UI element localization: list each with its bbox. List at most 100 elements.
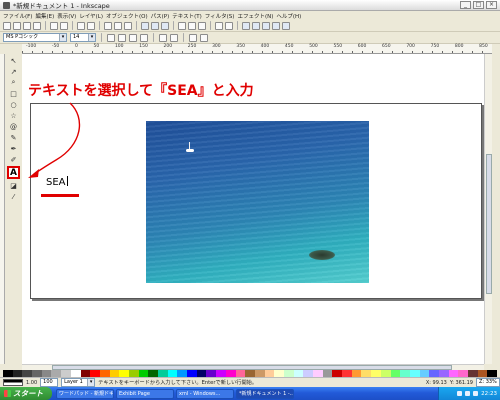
palette-swatch[interactable] <box>322 370 333 377</box>
bold-icon[interactable] <box>159 33 167 42</box>
menu-effect[interactable]: エフェクト(N) <box>237 12 273 20</box>
close-button[interactable]: × <box>486 1 497 9</box>
xml-editor-icon[interactable] <box>262 21 270 30</box>
palette-swatch[interactable] <box>448 370 459 377</box>
font-size-select[interactable]: 14 ▾ <box>70 33 96 42</box>
taskbar-item[interactable]: xml - Windows... <box>176 388 234 399</box>
undo-icon[interactable] <box>77 21 85 30</box>
import-icon[interactable] <box>50 21 58 30</box>
text-font-icon[interactable] <box>252 21 260 30</box>
palette-swatch[interactable] <box>235 370 246 377</box>
palette-swatch[interactable] <box>283 370 294 377</box>
palette-swatch[interactable] <box>12 370 23 377</box>
duplicate-icon[interactable] <box>178 21 186 30</box>
clone-icon[interactable] <box>188 21 196 30</box>
taskbar-item[interactable]: Exhibit Page <box>116 388 174 399</box>
palette-swatch[interactable] <box>274 370 284 377</box>
italic-icon[interactable] <box>170 33 178 42</box>
menu-text[interactable]: テキスト(T) <box>172 12 202 20</box>
pencil-icon[interactable]: ✎ <box>9 133 19 142</box>
palette-swatch[interactable] <box>409 370 420 377</box>
taskbar-item-active[interactable]: *新規ドキュメント 1 -... <box>236 388 294 399</box>
palette-swatch[interactable] <box>51 370 62 377</box>
spiral-icon[interactable]: @ <box>9 122 19 131</box>
fill-stroke-indicator[interactable] <box>3 379 23 386</box>
calligraphy-icon[interactable]: ✐ <box>9 155 19 164</box>
typed-text-object[interactable]: SEA <box>46 176 68 188</box>
palette-swatch[interactable] <box>293 370 304 377</box>
palette-swatch[interactable] <box>400 370 410 377</box>
start-button[interactable]: スタート <box>0 387 52 400</box>
palette-swatch[interactable] <box>438 370 449 377</box>
tray-icon[interactable] <box>465 391 471 396</box>
star-icon[interactable]: ☆ <box>9 111 19 120</box>
copy-icon[interactable] <box>104 21 112 30</box>
zoom-page-icon[interactable] <box>161 21 169 30</box>
align-right-icon[interactable] <box>129 33 137 42</box>
palette-swatch[interactable] <box>119 370 129 377</box>
menu-object[interactable]: オブジェクト(O) <box>106 12 148 20</box>
font-family-select[interactable]: MS Pゴシック ▾ <box>3 33 67 42</box>
palette-swatch[interactable] <box>158 370 168 377</box>
palette-swatch[interactable] <box>109 370 120 377</box>
zoom-icon[interactable]: ⌕ <box>9 78 19 87</box>
paste-icon[interactable] <box>124 21 132 30</box>
palette-swatch[interactable] <box>32 370 42 377</box>
palette-swatch[interactable] <box>487 370 498 377</box>
palette-swatch[interactable] <box>90 370 100 377</box>
menu-file[interactable]: ファイル(F) <box>3 12 32 20</box>
palette-swatch[interactable] <box>468 370 478 377</box>
opacity-field[interactable]: 100 <box>40 378 59 387</box>
palette-swatch[interactable] <box>41 370 52 377</box>
fill-stroke-icon[interactable] <box>242 21 250 30</box>
align-icon[interactable] <box>272 21 280 30</box>
dropper-icon[interactable]: ⁄ <box>9 192 19 201</box>
palette-swatch[interactable] <box>187 370 197 377</box>
palette-swatch[interactable] <box>80 370 91 377</box>
taskbar-item[interactable]: ワードパッド - 新規ドキュメント <box>56 388 114 399</box>
palette-swatch[interactable] <box>264 370 275 377</box>
text-icon[interactable]: A <box>7 166 20 179</box>
palette-swatch[interactable] <box>216 370 226 377</box>
zoom-drawing-icon[interactable] <box>151 21 159 30</box>
vertical-scrollbar[interactable] <box>484 54 492 364</box>
menu-filter[interactable]: フィルタ(S) <box>205 12 235 20</box>
select-icon[interactable]: ↖ <box>9 56 19 65</box>
palette-swatch[interactable] <box>128 370 139 377</box>
export-icon[interactable] <box>60 21 68 30</box>
volume-icon[interactable] <box>473 391 479 396</box>
align-center-icon[interactable] <box>118 33 126 42</box>
zoom-selection-icon[interactable] <box>141 21 149 30</box>
palette-swatch[interactable] <box>206 370 217 377</box>
align-justify-icon[interactable] <box>140 33 148 42</box>
menu-edit[interactable]: 編集(E) <box>35 12 54 20</box>
palette-swatch[interactable] <box>390 370 401 377</box>
new-icon[interactable] <box>3 21 11 30</box>
cut-icon[interactable] <box>114 21 122 30</box>
palette-swatch[interactable] <box>167 370 178 377</box>
zoom-field[interactable]: Z: 33% <box>476 378 500 387</box>
palette-swatch[interactable] <box>458 370 468 377</box>
sea-photo[interactable] <box>146 121 369 283</box>
tray-icon[interactable] <box>457 391 463 396</box>
palette-swatch[interactable] <box>70 370 81 377</box>
menu-layer[interactable]: レイヤ(L) <box>79 12 103 20</box>
palette-swatch[interactable] <box>61 370 71 377</box>
open-icon[interactable] <box>13 21 21 30</box>
palette-swatch[interactable] <box>138 370 149 377</box>
save-icon[interactable] <box>23 21 31 30</box>
palette-swatch[interactable] <box>313 370 323 377</box>
scroll-thumb[interactable] <box>486 154 492 294</box>
palette-swatch[interactable] <box>429 370 439 377</box>
menu-path[interactable]: パス(P) <box>151 12 170 20</box>
print-icon[interactable] <box>33 21 41 30</box>
menu-view[interactable]: 表示(V) <box>57 12 76 20</box>
gradient-icon[interactable]: ◪ <box>9 181 19 190</box>
preferences-icon[interactable] <box>282 21 290 30</box>
palette-swatch[interactable] <box>380 370 391 377</box>
palette-swatch[interactable] <box>196 370 207 377</box>
palette-swatch[interactable] <box>148 370 158 377</box>
minimize-button[interactable]: _ <box>460 1 471 9</box>
palette-swatch[interactable] <box>99 370 110 377</box>
pen-icon[interactable]: ✒ <box>9 144 19 153</box>
